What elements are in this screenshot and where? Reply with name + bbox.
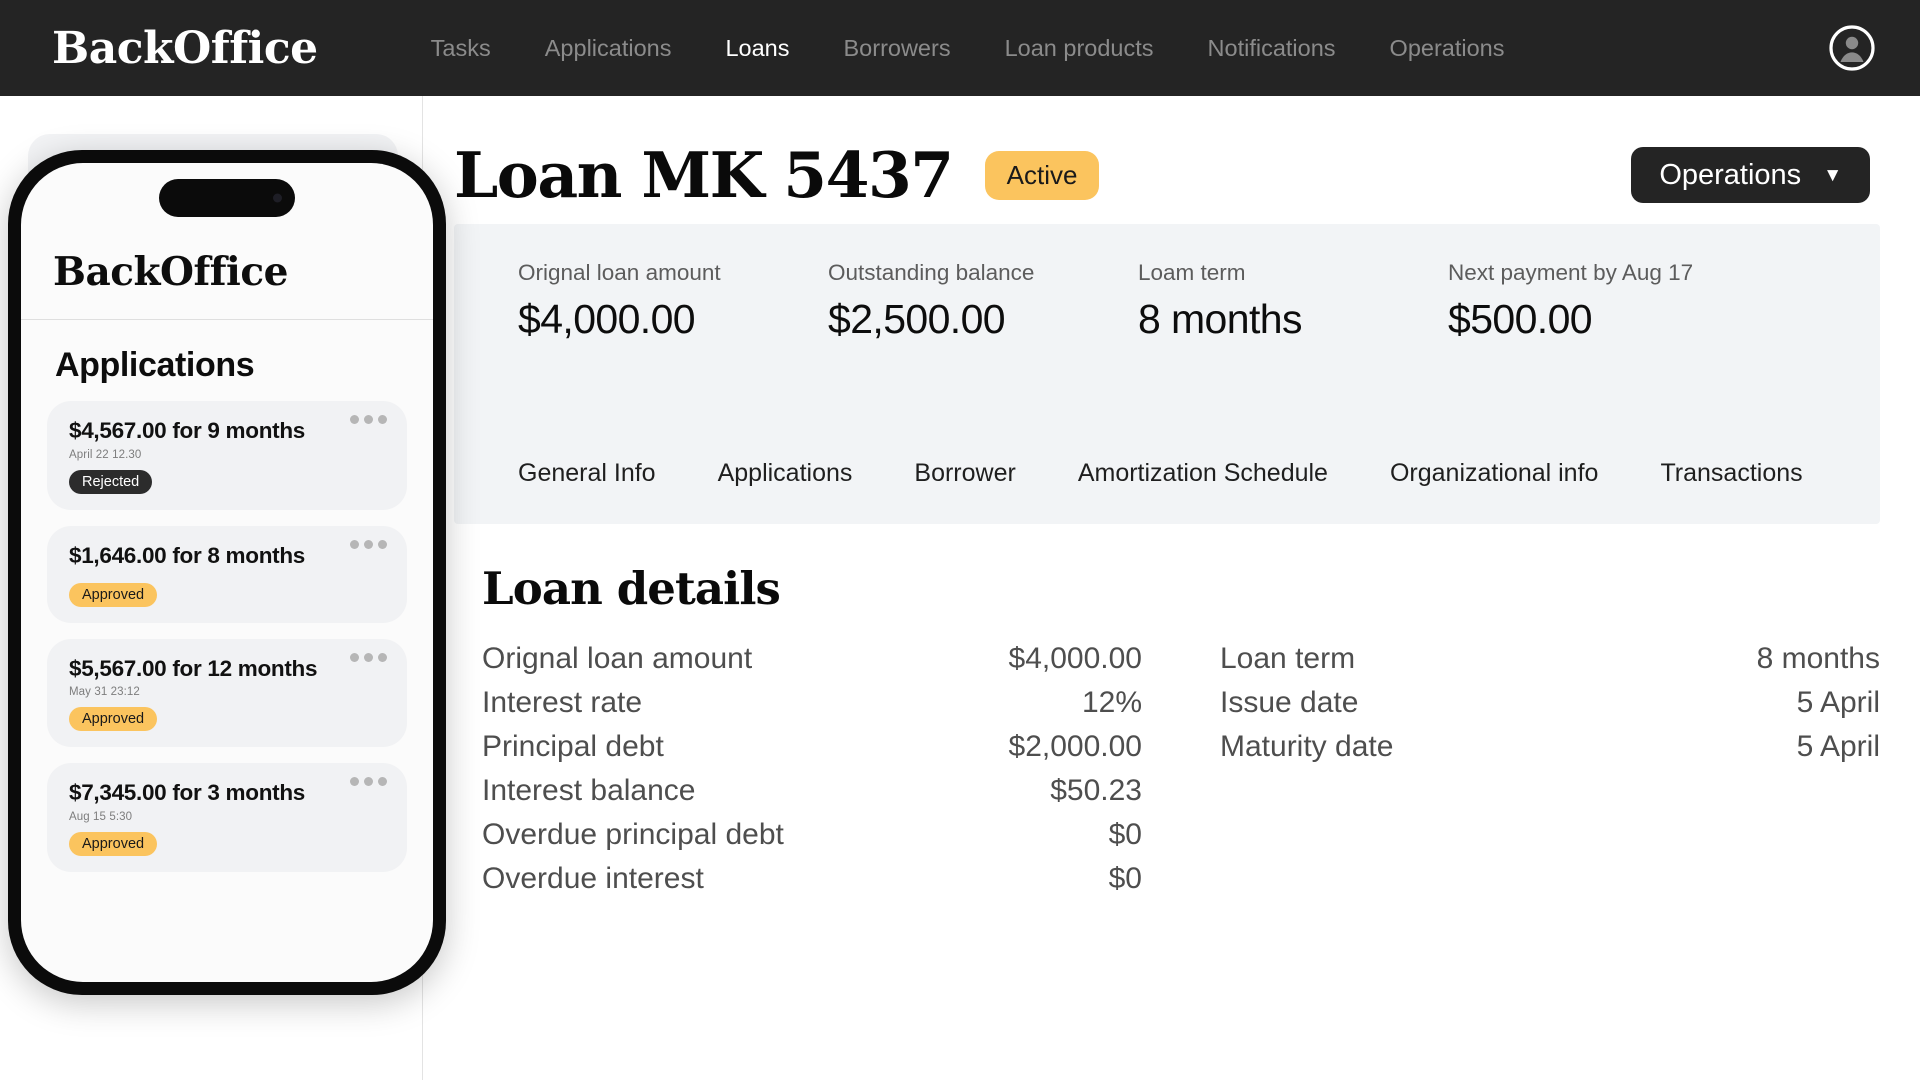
application-card[interactable]: $4,567.00 for 9 months April 22 12.30 Reje… (47, 401, 407, 510)
phone-brand-logo: BackOffice (53, 249, 288, 295)
stat-label: Outstanding balance (828, 260, 1035, 285)
stat-item: Outstanding balance $2,500.00 (828, 260, 1138, 343)
detail-row: Interest balance $50.23 (482, 769, 1142, 813)
stat-value: $2,500.00 (828, 296, 1006, 342)
status-badge: Rejected (69, 469, 153, 494)
detail-key: Issue date (1220, 686, 1359, 719)
stat-value: $500.00 (1448, 296, 1593, 342)
ellipsis-icon[interactable] (350, 539, 387, 549)
detail-key: Interest balance (482, 774, 696, 807)
tab-applications[interactable]: Applications (687, 459, 884, 488)
detail-key: Overdue interest (482, 862, 704, 895)
top-navigation-bar: BackOffice Tasks Applications Loans Borrowe… (0, 0, 1920, 96)
loan-details-heading: Loan details (482, 562, 781, 615)
stat-label: Loam term (1138, 260, 1246, 285)
detail-value: $4,000.00 (1008, 642, 1142, 675)
application-card-list: $4,567.00 for 9 months April 22 12.30 Reje… (47, 401, 407, 872)
status-badge: Active (984, 150, 1100, 200)
application-card-timestamp: April 22 12.30 (69, 448, 142, 461)
tab-general-info[interactable]: General Info (518, 459, 687, 488)
detail-key: Loan term (1220, 642, 1356, 675)
detail-value: $0 (1108, 862, 1142, 895)
detail-row: Issue date 5 April (1220, 681, 1880, 725)
detail-row: Maturity date 5 April (1220, 725, 1880, 769)
page-title: Loan MK 5437 (454, 138, 954, 212)
app-root: BackOffice Tasks Applications Loans Borrowe… (0, 0, 1920, 1080)
nav-link-tasks[interactable]: Tasks (404, 35, 518, 62)
nav-link-operations[interactable]: Operations (1363, 35, 1532, 62)
stat-label: Orignal loan amount (518, 260, 721, 285)
detail-value: $50.23 (1050, 774, 1142, 807)
application-card-timestamp: Aug 15 5:30 (69, 811, 133, 823)
application-card-amount: $4,567.00 for 9 months (69, 418, 306, 443)
detail-row: Loan term 8 months (1220, 637, 1880, 681)
detail-key: Orignal loan amount (482, 642, 753, 675)
loan-stats: Orignal loan amount $4,000.00 Outstanding … (454, 260, 1880, 343)
ellipsis-icon[interactable] (350, 777, 387, 787)
detail-key: Interest rate (482, 686, 643, 719)
main-content: Loan MK 5437 Active Operations ▼ Orignal… (424, 96, 1920, 1080)
stat-label: Next payment by Aug 17 (1448, 260, 1694, 285)
stat-item: Next payment by Aug 17 $500.00 (1448, 260, 1693, 343)
detail-row: Overdue interest $0 (482, 857, 1142, 901)
detail-row: Orignal loan amount $4,000.00 (482, 637, 1142, 681)
stat-value: $4,000.00 (518, 296, 696, 342)
primary-nav-links: Tasks Applications Loans Borrowers Loan prod… (404, 35, 1532, 62)
nav-link-loans[interactable]: Loans (698, 35, 816, 62)
tab-borrower[interactable]: Borrower (883, 459, 1046, 488)
tab-transactions[interactable]: Transactions (1629, 459, 1833, 488)
nav-link-notifications[interactable]: Notifications (1181, 35, 1363, 62)
status-badge: Approved (69, 832, 158, 856)
detail-key: Principal debt (482, 730, 664, 763)
operations-button[interactable]: Operations ▼ (1631, 147, 1870, 203)
user-circle-icon[interactable] (1828, 24, 1876, 72)
detail-value: $2,000.00 (1008, 730, 1142, 763)
chevron-down-icon: ▼ (1823, 164, 1842, 186)
phone-screen: BackOffice Applications $4,567.00 for 9 … (21, 163, 433, 982)
tab-amortization-schedule[interactable]: Amortization Schedule (1047, 459, 1359, 488)
application-card-amount: $5,567.00 for 12 months (69, 655, 318, 681)
loan-details-section: Loan details Orignal loan amount $4,000.0… (424, 524, 1920, 901)
application-card[interactable]: $5,567.00 for 12 months May 31 23:12 Appro… (47, 638, 407, 748)
detail-row: Interest rate 12% (482, 681, 1142, 725)
detail-key: Overdue principal debt (482, 818, 784, 851)
status-badge: Approved (69, 707, 158, 732)
nav-link-applications[interactable]: Applications (518, 35, 699, 62)
nav-link-borrowers[interactable]: Borrowers (817, 35, 978, 62)
detail-value: 12% (1081, 686, 1142, 719)
tab-organizational-info[interactable]: Organizational info (1359, 459, 1629, 488)
detail-key: Maturity date (1220, 730, 1394, 763)
phone-content: Applications $4,567.00 for 9 months April… (21, 320, 433, 872)
detail-row: Principal debt $2,000.00 (482, 725, 1142, 769)
detail-value: 5 April (1796, 686, 1880, 719)
loan-details-right-column: Loan term 8 months Issue date 5 April Maturi… (1220, 637, 1880, 901)
detail-row: Overdue principal debt $0 (482, 813, 1142, 857)
loan-summary-panel: Orignal loan amount $4,000.00 Outstanding … (454, 224, 1880, 524)
ellipsis-icon[interactable] (350, 652, 387, 662)
ellipsis-icon[interactable] (350, 415, 387, 424)
application-card[interactable]: $1,646.00 for 8 months Approved (47, 525, 407, 623)
detail-tabs: General Info Applications Borrower Amortiza… (454, 459, 1880, 524)
operations-button-label: Operations (1659, 158, 1802, 191)
page-header: Loan MK 5437 Active Operations ▼ (424, 96, 1920, 214)
detail-value: $0 (1108, 818, 1142, 851)
detail-value: 8 months (1756, 642, 1880, 675)
phone-screen-title: Applications (55, 346, 255, 384)
stat-value: 8 months (1138, 296, 1302, 342)
application-card-amount: $7,345.00 for 3 months (69, 780, 306, 806)
application-card-timestamp: May 31 23:12 (69, 686, 140, 699)
brand-logo: BackOffice (52, 22, 318, 74)
stat-item: Orignal loan amount $4,000.00 (518, 260, 828, 343)
phone-notch-icon (159, 179, 295, 217)
application-card[interactable]: $7,345.00 for 3 months Aug 15 5:30 Approve… (47, 763, 407, 872)
nav-link-loan-products[interactable]: Loan products (978, 35, 1181, 62)
stat-item: Loam term 8 months (1138, 260, 1448, 343)
loan-details-columns: Orignal loan amount $4,000.00 Interest rat… (482, 637, 1880, 901)
detail-value: 5 April (1796, 730, 1880, 763)
application-card-amount: $1,646.00 for 8 months (69, 542, 306, 568)
status-badge: Approved (69, 582, 158, 607)
loan-details-left-column: Orignal loan amount $4,000.00 Interest rat… (482, 637, 1142, 901)
phone-mockup: BackOffice Applications $4,567.00 for 9 … (8, 150, 446, 995)
